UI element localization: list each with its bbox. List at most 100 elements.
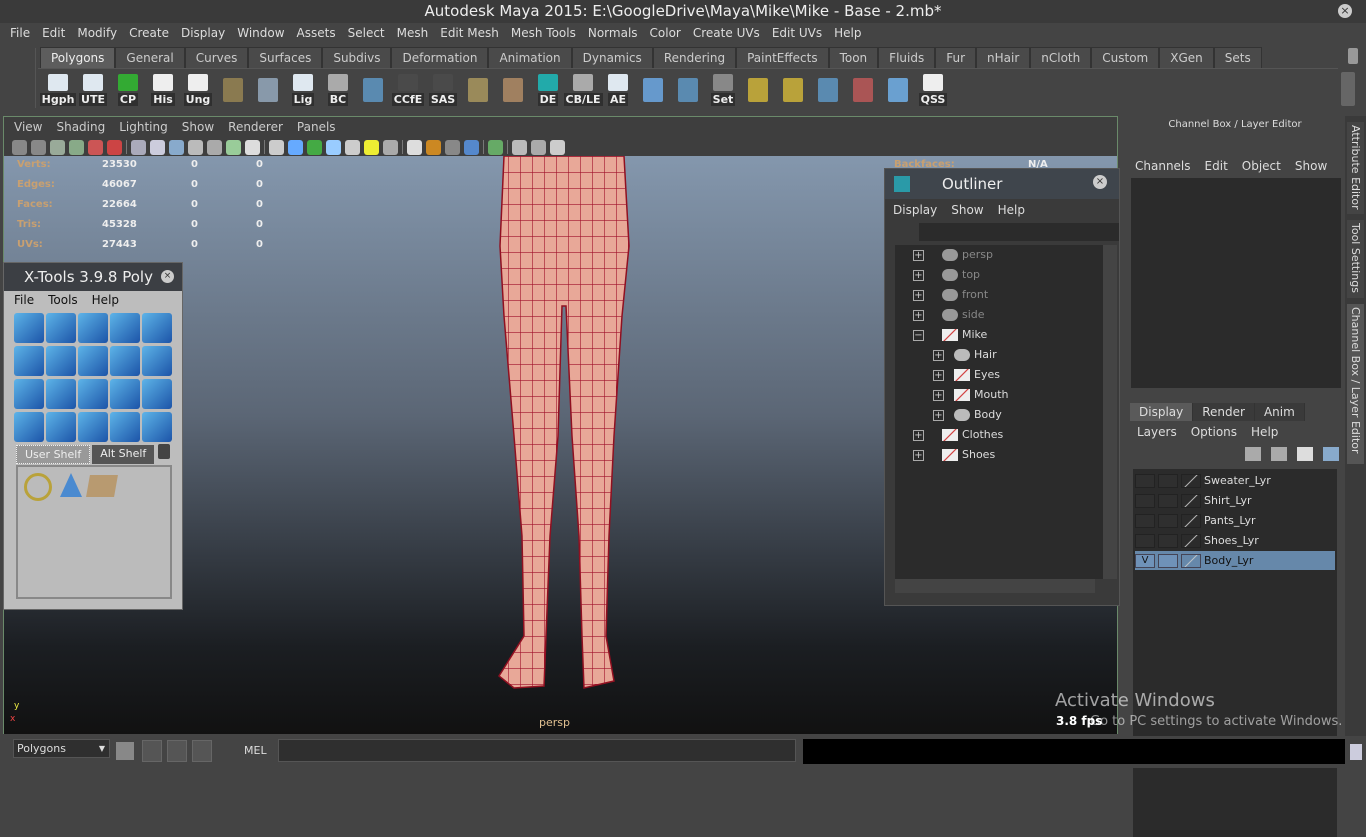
panel-tool-icon-25[interactable] [445,139,460,155]
panel-tool-icon-26[interactable] [464,139,479,155]
shelf-tab-ncloth[interactable]: nCloth [1030,47,1092,68]
panel-tool-icon-7[interactable] [131,139,146,155]
channel-menu-show[interactable]: Show [1295,159,1327,173]
layer-menu-layers[interactable]: Layers [1137,425,1177,439]
expand-toggle-icon[interactable]: + [933,349,944,361]
panel-tool-icon-3[interactable] [69,139,84,155]
layer-visibility-toggle[interactable] [1135,473,1155,488]
xtools-tab-user-shelf[interactable]: User Shelf [16,445,91,464]
channel-menu-edit[interactable]: Edit [1205,159,1228,173]
panel-tool-icon-0[interactable] [12,139,27,155]
shelf-tab-rendering[interactable]: Rendering [652,47,737,68]
layer-type-toggle[interactable] [1158,553,1178,568]
outliner-item-side[interactable]: + side [913,305,985,325]
outliner-vertical-scrollbar[interactable] [1103,245,1117,579]
xtools-tool-icon-3[interactable] [110,313,140,343]
shelf-button-tool-6[interactable] [252,72,284,106]
shelf-button-his[interactable]: His [147,72,179,106]
shelf-options-handle[interactable] [10,48,36,108]
shelf-button-tool-20[interactable] [742,72,774,106]
shelf-trash-icon[interactable] [1348,48,1358,64]
menu-display[interactable]: Display [175,23,231,43]
shelf-tab-fur[interactable]: Fur [935,47,977,68]
outliner-icon[interactable] [167,740,187,762]
channel-menu-channels[interactable]: Channels [1135,159,1191,173]
shelf-button-qss[interactable]: QSS [917,72,949,106]
shelf-tab-subdivs[interactable]: Subdivs [322,47,392,68]
shelf-button-tool-5[interactable] [217,72,249,106]
shelf-tab-nhair[interactable]: nHair [976,47,1031,68]
shelf-button-ccfe[interactable]: CCfE [391,72,425,106]
layer-color-swatch[interactable] [1181,533,1201,548]
shelf-scroll-buttons[interactable] [1341,72,1355,106]
panel-tool-icon-32[interactable] [550,139,565,155]
panel-tool-icon-28[interactable] [488,139,503,155]
xtools-tool-icon-14[interactable] [142,379,172,409]
new-layer-icon[interactable] [1297,447,1313,461]
layer-color-swatch[interactable] [1181,513,1201,528]
close-window-button[interactable]: × [1338,4,1352,18]
xtools-tool-icon-6[interactable] [46,346,76,376]
menu-assets[interactable]: Assets [291,23,342,43]
panel-tool-icon-11[interactable] [207,139,222,155]
expand-toggle-icon[interactable]: + [933,389,944,401]
shelf-button-de[interactable]: DE [532,72,564,106]
menu-set-dropdown[interactable]: Polygons ▼ [13,739,110,758]
menu-create[interactable]: Create [123,23,175,43]
shelf-button-ute[interactable]: UTE [77,72,109,106]
panel-tool-icon-23[interactable] [407,139,422,155]
panel-tool-icon-1[interactable] [31,139,46,155]
layer-menu-help[interactable]: Help [1251,425,1278,439]
panel-tool-icon-19[interactable] [345,139,360,155]
menu-edit[interactable]: Edit [36,23,71,43]
outliner-item-front[interactable]: + front [913,285,988,305]
shelf-tab-sets[interactable]: Sets [1213,47,1262,68]
shelf-button-sas[interactable]: SAS [427,72,459,106]
panel-tool-icon-21[interactable] [383,139,398,155]
mel-command-input[interactable] [278,739,796,762]
panel-tool-icon-18[interactable] [326,139,341,155]
expand-toggle-icon[interactable]: + [913,309,924,321]
layer-visibility-toggle[interactable] [1135,493,1155,508]
xtools-tab-alt-shelf[interactable]: Alt Shelf [92,445,155,464]
menu-help[interactable]: Help [828,23,867,43]
shelf-tab-general[interactable]: General [115,47,185,68]
panel-tool-icon-8[interactable] [150,139,165,155]
script-editor-button[interactable] [1350,744,1362,760]
script-editor-icon[interactable] [142,740,162,762]
outliner-item-persp[interactable]: + persp [913,245,993,265]
layer-row-shoes-lyr[interactable]: Shoes_Lyr [1135,531,1335,550]
shelf-button-tool-21[interactable] [777,72,809,106]
shelf-button-ae[interactable]: AE [602,72,634,106]
channel-menu-object[interactable]: Object [1242,159,1281,173]
shelf-tab-xgen[interactable]: XGen [1159,47,1214,68]
layer-row-pants-lyr[interactable]: Pants_Lyr [1135,511,1335,530]
outliner-filter-input[interactable] [919,223,1119,241]
xtools-tool-icon-11[interactable] [46,379,76,409]
menu-color[interactable]: Color [644,23,687,43]
panel-tool-icon-4[interactable] [88,139,103,155]
uv-icon[interactable] [86,475,118,497]
shelf-button-cp[interactable]: CP [112,72,144,106]
shelf-button-tool-18[interactable] [672,72,704,106]
shelf-button-tool-17[interactable] [637,72,669,106]
xtools-tool-icon-5[interactable] [14,346,44,376]
layer-visibility-toggle[interactable] [1135,533,1155,548]
tab-tool-settings[interactable]: Tool Settings [1347,220,1364,298]
shelf-button-tool-23[interactable] [847,72,879,106]
expand-toggle-icon[interactable]: + [913,449,924,461]
xtools-tool-icon-1[interactable] [46,313,76,343]
tab-channel-box[interactable]: Channel Box / Layer Editor [1347,304,1364,464]
panel-tool-icon-2[interactable] [50,139,65,155]
expand-toggle-icon[interactable]: − [913,329,924,341]
manipulator-icon[interactable] [24,473,52,501]
xtools-tool-icon-10[interactable] [14,379,44,409]
panel-tool-icon-12[interactable] [226,139,241,155]
outliner-menu-help[interactable]: Help [998,203,1025,217]
xtools-menu-tools[interactable]: Tools [48,293,78,307]
outliner-menu-display[interactable]: Display [893,203,937,217]
shelf-button-bc[interactable]: BC [322,72,354,106]
panel-menu-panels[interactable]: Panels [290,117,343,137]
layer-tab-anim[interactable]: Anim [1254,403,1305,421]
panel-tool-icon-15[interactable] [269,139,284,155]
